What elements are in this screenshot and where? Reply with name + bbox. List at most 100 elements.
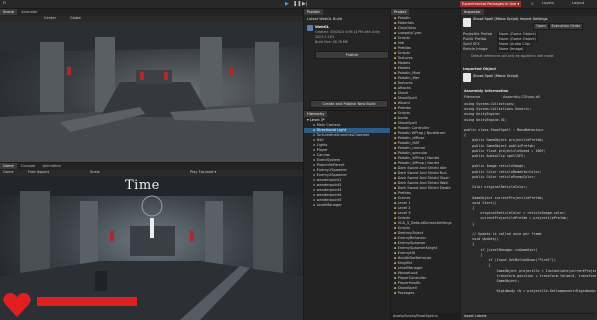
project-item-label: Vial (397, 41, 405, 45)
hierarchy-item-label: Enemy2Spawner (316, 173, 347, 177)
filename-value: Assembly-CSharp.dll (503, 95, 541, 99)
search-icon[interactable]: ⌕ (531, 1, 534, 7)
scene-name: Level 3* (309, 118, 325, 122)
layers-dropdown[interactable]: Layers (542, 1, 554, 6)
scene-viewport[interactable] (0, 22, 303, 162)
project-item-label: Scripts (397, 36, 410, 40)
project-item-label: Paladin WProp J Nordstrom (397, 131, 446, 135)
tab-game[interactable]: Game (0, 163, 17, 169)
scene-render (0, 22, 303, 162)
build-created: Created: 3/3/2024 4:59:14 PM with Unity … (315, 30, 381, 39)
create-publish-build-button[interactable]: Create and Publish New Build (310, 100, 388, 108)
asset-labels[interactable]: Asset Labels (464, 313, 594, 319)
hierarchy-item-label: Directional Light (316, 128, 347, 132)
project-item-label: Audio (397, 116, 408, 120)
project-item-label: Paladin Controller (397, 126, 430, 130)
reference-field-label: Projectile Prefab (463, 32, 493, 36)
project-item-label: HealthBarBehavior (397, 256, 432, 260)
pivot-center-dropdown[interactable]: Center (44, 16, 56, 21)
project-item-label: Dark Sword And Shield Slash (397, 176, 450, 180)
import-settings-title: Shoot Spell (Mono Script) Import Setting… (473, 17, 548, 21)
project-item-label: ClawGlass (397, 26, 416, 30)
project-list: ▪ Paladin ▪ Materials ▪ ClawGlass ▪ Lowpoly… (391, 16, 460, 296)
project-item-label: ShootSpell (397, 286, 417, 290)
health-bar-fill (37, 297, 137, 306)
project-item-label: Paladin_MAT (397, 141, 420, 145)
filename-label: Filename (464, 95, 481, 99)
publish-panel: Latest WebGL Build WebGL Created: 3/3/20… (304, 16, 390, 110)
assembly-info-title: Assembly Information (464, 89, 509, 93)
game-viewport[interactable]: Time (0, 176, 303, 320)
project-item-label: Paladin_Wer (397, 76, 420, 80)
imported-object-title: Imported Object (463, 67, 497, 71)
reference-field-value[interactable]: None (Image) (497, 47, 526, 52)
project-item-label: LevelManager (397, 266, 423, 270)
publish-button[interactable]: Publish (315, 51, 389, 59)
scale-slider[interactable]: Scale (90, 170, 100, 175)
global-dropdown[interactable]: Global (70, 16, 81, 21)
project-item-label: ShootSpell (397, 121, 417, 125)
tab-console[interactable]: Console (18, 163, 38, 169)
layout-dropdown[interactable]: Layout (572, 1, 584, 6)
project-item-label: Dark Sword And Shield Run (397, 171, 447, 175)
imported-object-name: Shoot Spell (Mono Script) (473, 74, 519, 78)
project-item-label: Textures (397, 56, 413, 60)
project-item-label: Scripts (397, 226, 410, 230)
hierarchy-item-label: Enemy1Spawner (316, 168, 347, 172)
experimental-packages-badge[interactable]: Experimental Packages In Use ▾ (460, 1, 522, 7)
pause-icon[interactable]: ❚❚ (293, 1, 301, 7)
hierarchy-item-label: Main Camera (316, 123, 341, 127)
project-item-label: Prefabs (397, 46, 411, 50)
project-item-label: Paladin_normal (397, 146, 425, 150)
health-bar (37, 297, 137, 306)
project-panel: ▪ Paladin ▪ Materials ▪ ClawGlass ▪ Lowpoly… (391, 16, 460, 320)
heart-icon (3, 293, 31, 317)
hierarchy-item-label: ProjectileParent (316, 163, 345, 167)
default-references: Projectile Prefab None (Game Object) Publi… (463, 32, 593, 52)
tab-scene[interactable]: Scene (0, 9, 17, 15)
project-item-label: Paladin (397, 16, 411, 20)
tab-project[interactable]: Project (391, 9, 410, 15)
hierarchy-item-label: wanderpoint3 (316, 188, 342, 192)
display-dropdown[interactable]: Game (3, 170, 14, 175)
hierarchy-item-label: wanderpoint2 (316, 183, 342, 187)
script-file-icon (463, 18, 471, 27)
project-item-label: Packages (397, 291, 415, 295)
tab-inspector[interactable]: Inspector (461, 9, 484, 15)
tab-animator[interactable]: Animator (18, 9, 41, 15)
tab-animation[interactable]: Animation (40, 163, 64, 169)
hierarchy-list: ▫ Main Camera ▫ Directional Light ▫ Tortur… (304, 123, 390, 208)
project-item-label: Paladin_WProp J Nordst (397, 156, 440, 160)
project-item-label: ShootSpell (397, 96, 417, 100)
project-item-label: Scripts (397, 51, 410, 55)
hierarchy-item[interactable]: ▫ LevelManager (304, 203, 390, 208)
project-item[interactable]: ▪ Packages (391, 291, 460, 296)
project-item-label: EnemySpawnerKnight (397, 246, 438, 250)
project-item-label: EnemyBehavior (397, 236, 426, 240)
reference-field-row: Reticle Image None (Image) (463, 47, 593, 52)
project-item-label: PlayerHealth (397, 281, 421, 285)
play-mode-dropdown[interactable]: Play Focused ▾ (190, 170, 216, 175)
project-item-label: Models (397, 61, 411, 65)
menu-button[interactable]: Fi (3, 1, 6, 6)
hierarchy-item-label: Lights (316, 143, 328, 147)
hierarchy-item-label: wanderpoint4 (316, 193, 342, 197)
hierarchy-item-label: wanderpoint1 (316, 178, 342, 182)
project-item-label: EnemySpawner (397, 241, 426, 245)
project-item-label: Models (397, 66, 411, 70)
project-item-label: Scripts (397, 111, 410, 115)
aspect-dropdown[interactable]: Free Aspect (28, 170, 49, 175)
project-item-label: MouseLook (397, 271, 418, 275)
project-item-label: Paladin_specular (397, 151, 428, 155)
project-item-label: Prefabs (397, 106, 411, 110)
project-item-label: KingHitt (397, 261, 413, 265)
project-item-label: Prefabs (397, 191, 411, 195)
open-button[interactable]: Open (533, 23, 549, 30)
tab-publish[interactable]: Publish (304, 9, 323, 15)
project-item-label: Level 2 (397, 206, 411, 210)
execution-order-button[interactable]: Execution Order (549, 23, 583, 30)
project-item-label: Paladin_WProp J Nordst (397, 161, 440, 165)
step-icon[interactable]: ▶| (302, 1, 308, 7)
play-icon[interactable]: ▶ (285, 1, 291, 7)
tab-hierarchy[interactable]: Hierarchy (304, 111, 328, 117)
